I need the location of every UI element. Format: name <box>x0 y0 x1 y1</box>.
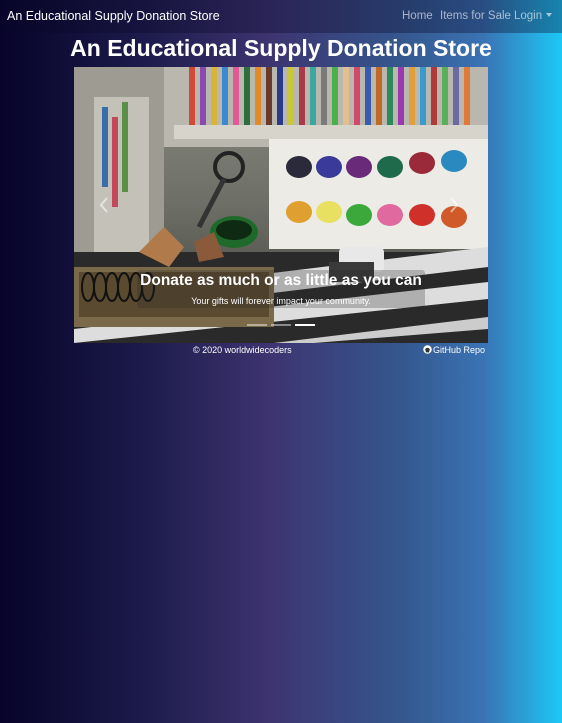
carousel-indicators <box>74 324 488 328</box>
page-title: An Educational Supply Donation Store <box>70 35 492 61</box>
navbar-brand[interactable]: An Educational Supply Donation Store <box>7 9 220 23</box>
nav-login-label: Login <box>514 10 543 22</box>
carousel-indicator-active[interactable] <box>295 324 315 326</box>
github-icon <box>423 345 432 354</box>
nav-home-link[interactable]: Home <box>402 10 433 22</box>
nav-items-for-sale-link[interactable]: Items for Sale <box>440 10 511 22</box>
chevron-right-icon <box>450 197 459 213</box>
carousel-prev-control[interactable] <box>96 195 112 215</box>
navbar: An Educational Supply Donation Store Hom… <box>0 0 562 33</box>
caret-down-icon <box>546 13 553 17</box>
carousel-indicator[interactable] <box>247 324 267 326</box>
carousel-next-control[interactable] <box>446 195 462 215</box>
github-repo-label: GitHub Repo <box>433 345 486 355</box>
github-repo-link[interactable]: GitHub Repo <box>423 345 485 355</box>
footer-copyright: © 2020 worldwidecoders <box>193 345 292 355</box>
nav-login-dropdown[interactable]: Login <box>514 10 553 22</box>
carousel-caption-title: Donate as much or as little as you can <box>140 272 422 289</box>
carousel-caption-text: Your gifts will forever impact your comm… <box>191 296 371 306</box>
carousel-indicator[interactable] <box>271 324 291 326</box>
carousel: Donate as much or as little as you can Y… <box>74 67 488 343</box>
chevron-left-icon <box>99 197 108 213</box>
